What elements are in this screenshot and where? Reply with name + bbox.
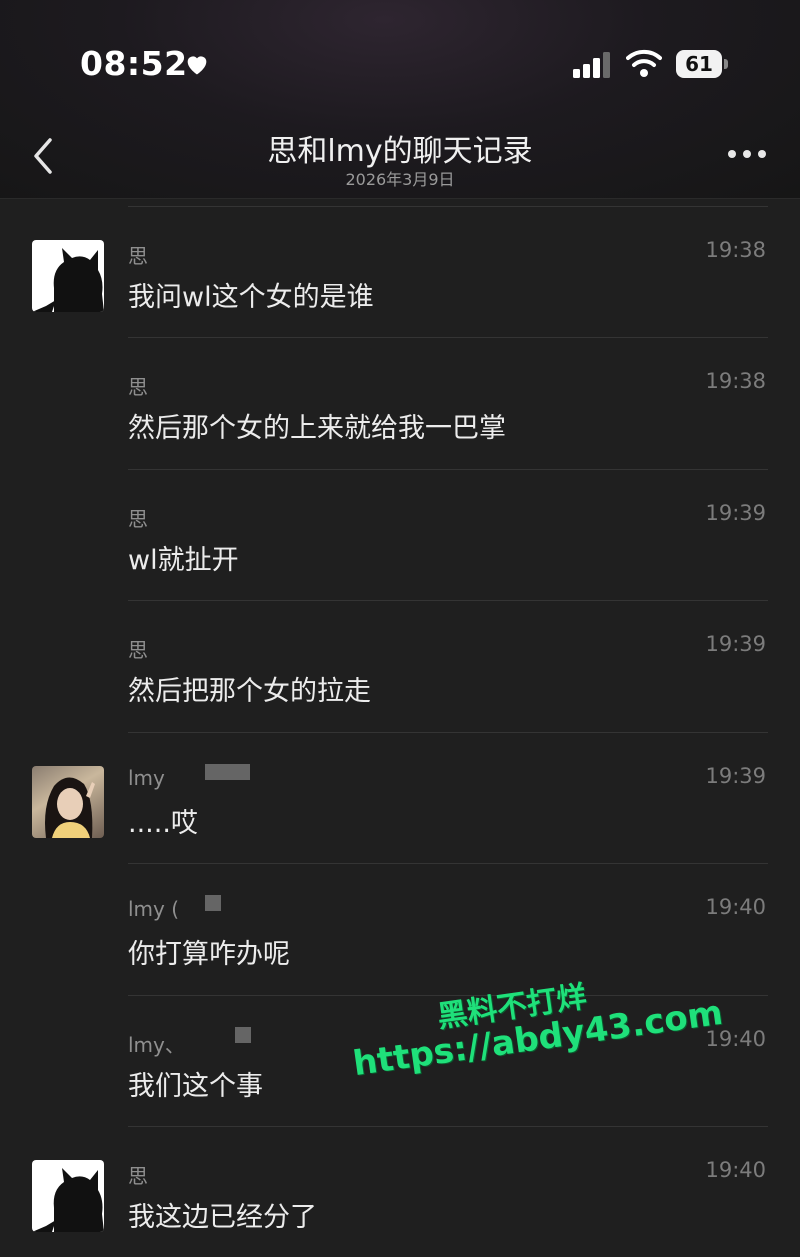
- black-cat-image: [32, 1168, 104, 1232]
- message-time: 19:38: [705, 369, 766, 393]
- message-text: 我们这个事: [128, 1071, 263, 1102]
- message-time: 19:40: [705, 895, 766, 919]
- avatar[interactable]: [32, 240, 104, 312]
- status-time: 08:52: [80, 44, 188, 83]
- message-time: 19:40: [705, 1158, 766, 1182]
- message-row[interactable]: 思 19:40 我这边已经分了: [0, 1126, 800, 1257]
- avatar[interactable]: [32, 1160, 104, 1232]
- sender-name: 思: [128, 375, 148, 399]
- sender-name: 思: [128, 1164, 148, 1188]
- battery-icon: 61: [676, 50, 730, 78]
- redaction-mosaic: [205, 764, 250, 780]
- message-text: 你打算咋办呢: [128, 939, 290, 970]
- message-row[interactable]: 思 19:39 然后把那个女的拉走: [0, 600, 800, 731]
- message-time: 19:39: [705, 632, 766, 656]
- navigation-header: 08:52 61 思和lmy的聊天记录 2026年3月9日: [0, 0, 800, 199]
- message-text: 然后那个女的上来就给我一巴掌: [128, 413, 506, 444]
- cellular-signal-icon: [573, 52, 610, 78]
- wifi-icon: [626, 49, 662, 77]
- message-row[interactable]: 思 19:38 我问wl这个女的是谁: [0, 206, 800, 337]
- battery-level: 61: [676, 50, 722, 78]
- message-time: 19:38: [705, 238, 766, 262]
- message-text: 然后把那个女的拉走: [128, 676, 371, 707]
- avatar[interactable]: [32, 766, 104, 838]
- heart-icon: [187, 56, 207, 75]
- sender-name: lmy (: [128, 897, 180, 921]
- sender-name: lmy、: [128, 1033, 185, 1057]
- message-time: 19:39: [705, 764, 766, 788]
- black-cat-image: [32, 248, 104, 312]
- message-row[interactable]: 思 19:39 wl就扯开: [0, 469, 800, 600]
- page-subtitle: 2026年3月9日: [345, 170, 455, 189]
- page-title: 思和lmy的聊天记录: [267, 134, 533, 169]
- message-text: 我这边已经分了: [128, 1202, 317, 1233]
- more-icon[interactable]: [728, 148, 766, 162]
- sender-name: 思: [128, 244, 148, 268]
- message-time: 19:39: [705, 501, 766, 525]
- redaction-mosaic: [235, 1027, 251, 1043]
- sender-name: 思: [128, 507, 148, 531]
- sender-name: 思: [128, 638, 148, 662]
- message-text: .....哎: [128, 808, 198, 839]
- message-text: 我问wl这个女的是谁: [128, 282, 374, 313]
- sender-name: lmy: [128, 766, 165, 790]
- message-text: wl就扯开: [128, 545, 239, 576]
- message-row[interactable]: lmy 19:39 .....哎: [0, 732, 800, 863]
- message-row[interactable]: 思 19:38 然后那个女的上来就给我一巴掌: [0, 337, 800, 468]
- redaction-mosaic: [205, 895, 221, 911]
- profile-photo: [45, 777, 95, 838]
